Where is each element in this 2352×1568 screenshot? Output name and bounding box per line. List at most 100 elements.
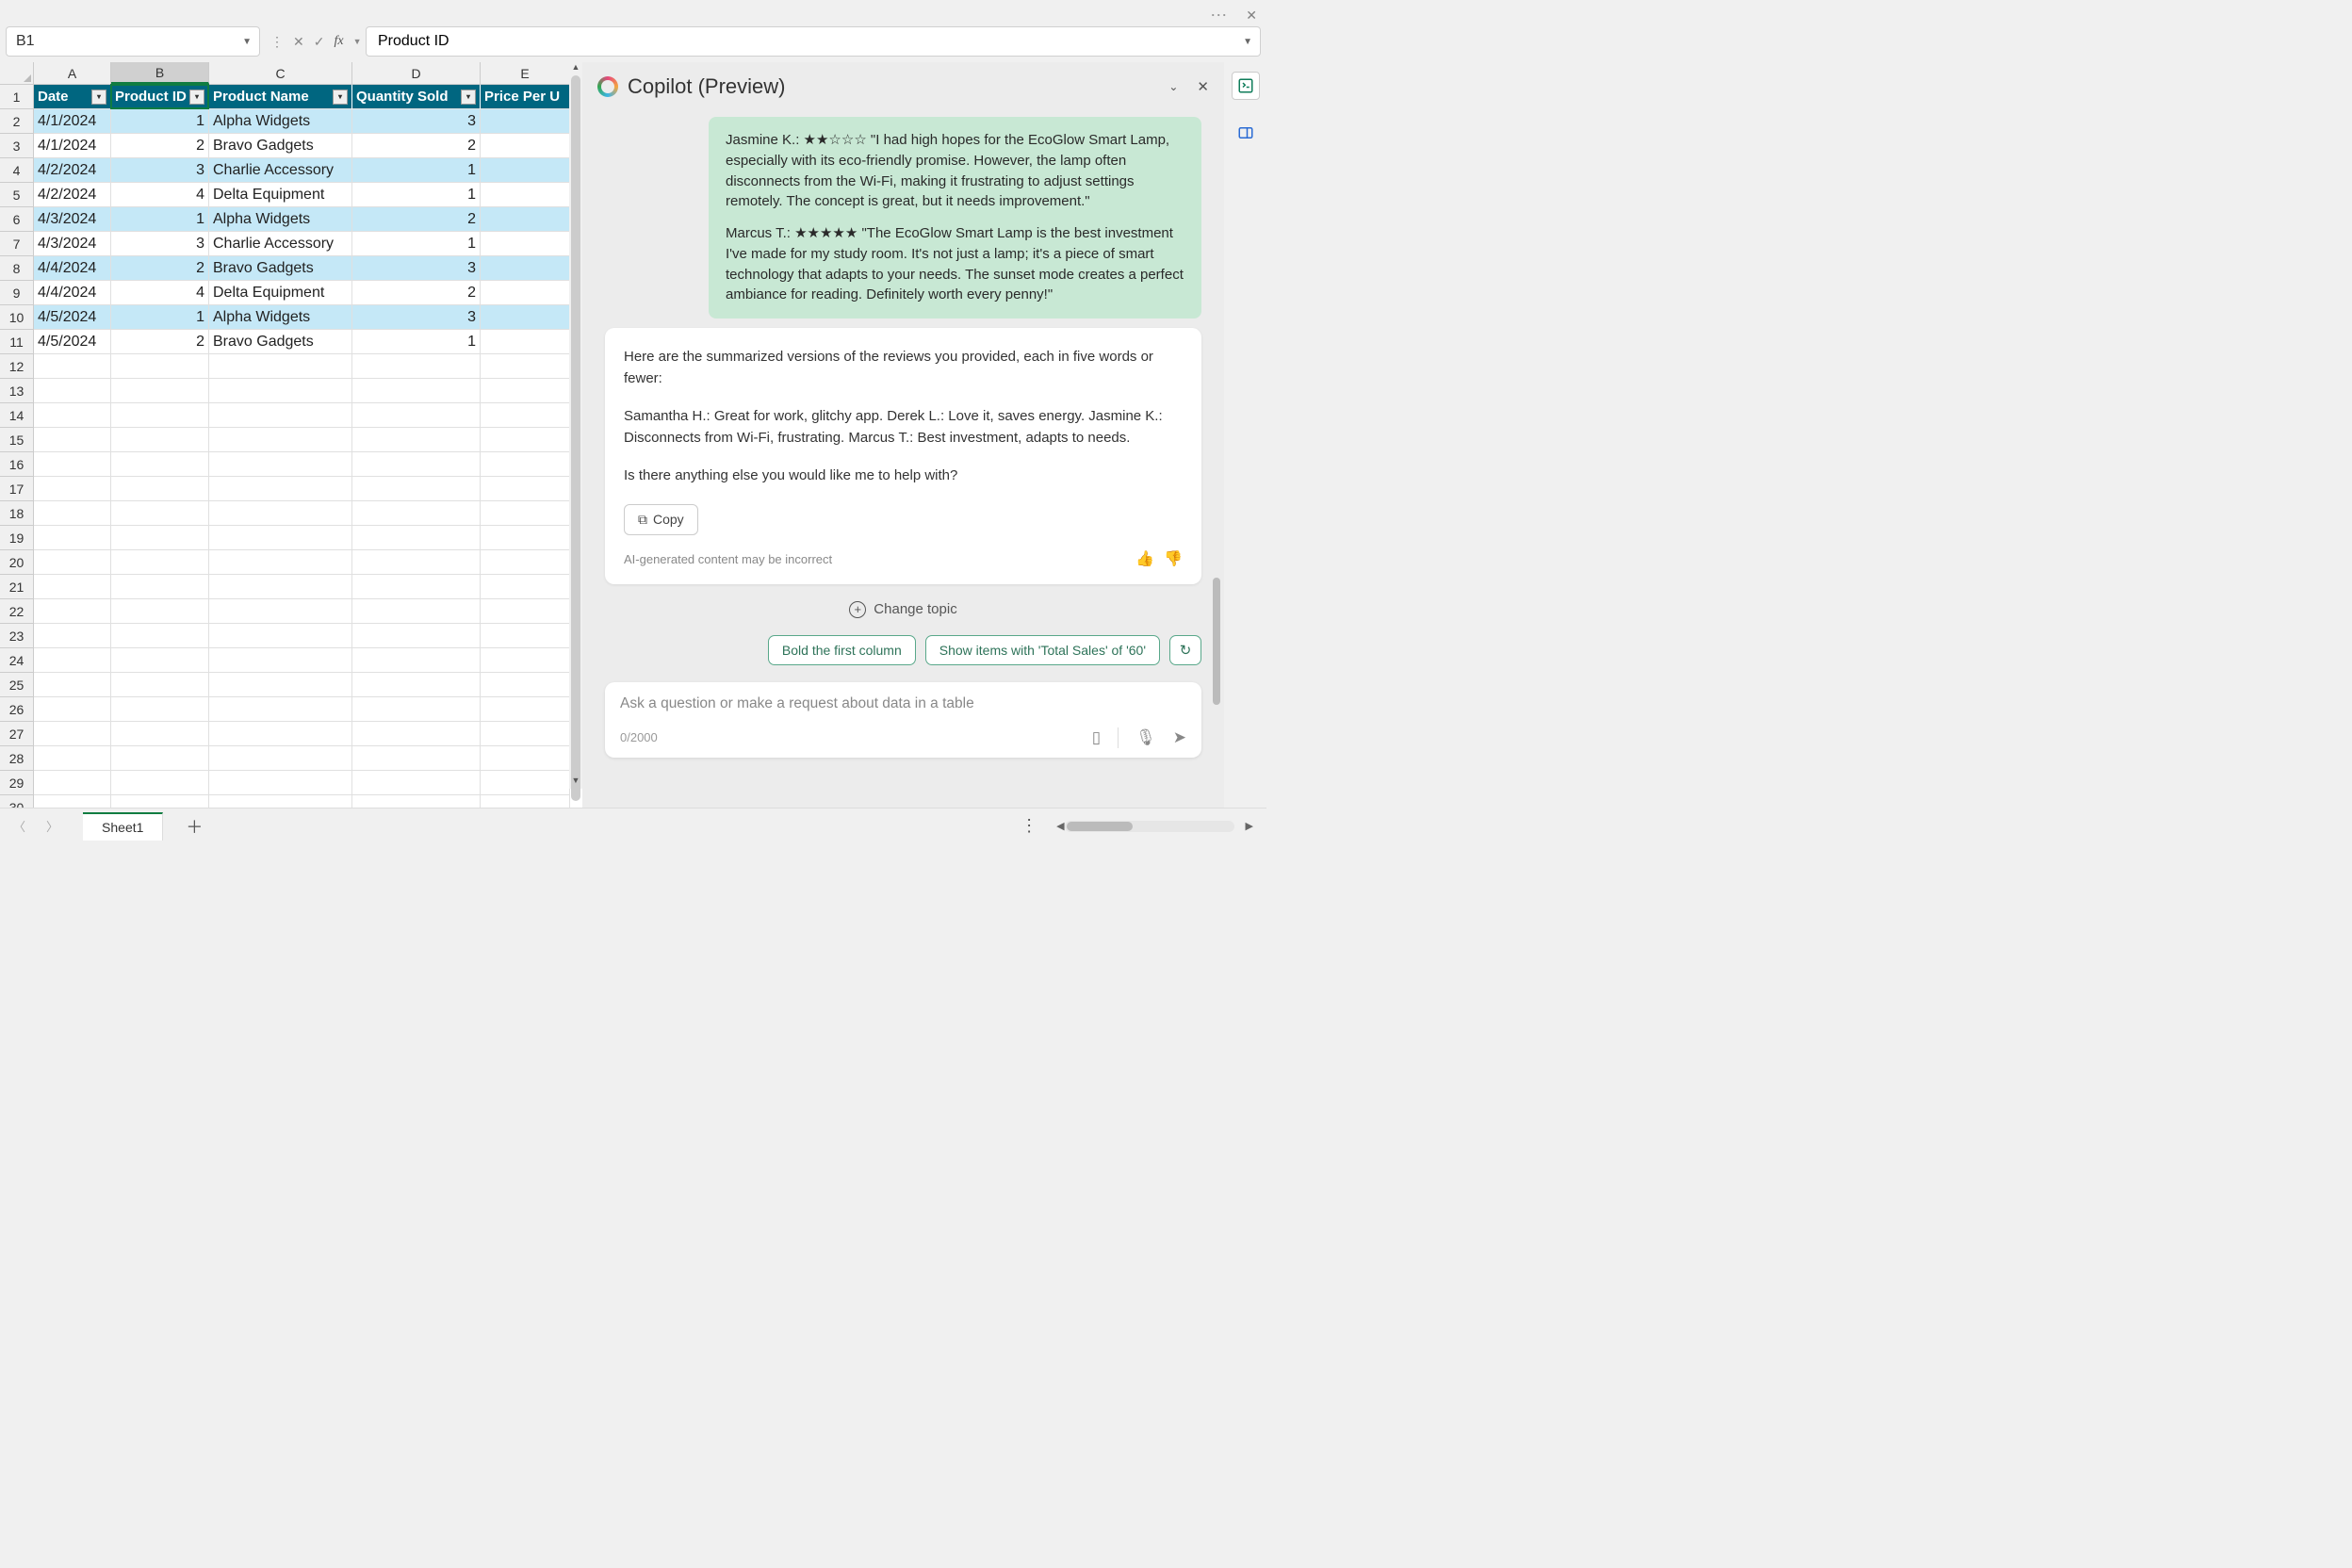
table-row[interactable] [34,477,582,501]
horizontal-scrollbar[interactable] [1065,821,1234,832]
table-row[interactable]: 4/4/20244Delta Equipment2 [34,281,582,305]
more-menu-icon[interactable]: ⋮ [1021,816,1037,836]
cell[interactable] [481,648,570,673]
cell[interactable] [352,550,481,575]
cell[interactable] [481,477,570,501]
cell[interactable] [111,428,209,452]
chevron-down-icon[interactable]: ▼ [351,37,365,46]
cell[interactable] [111,771,209,795]
col-header-d[interactable]: D [352,62,481,84]
close-icon[interactable]: ✕ [1197,78,1209,95]
cell[interactable] [34,697,111,722]
col-header-b[interactable]: B [111,62,209,84]
header-quantity-sold[interactable]: Quantity Sold▾ [352,85,481,109]
cell[interactable] [481,501,570,526]
cell[interactable] [34,550,111,575]
row-header[interactable]: 30 [0,795,34,808]
row-header[interactable]: 4 [0,158,34,183]
formula-cancel-icon[interactable]: ✕ [290,34,307,50]
cell[interactable] [111,379,209,403]
cell[interactable] [34,501,111,526]
table-row[interactable] [34,403,582,428]
table-row[interactable] [34,526,582,550]
cell-date[interactable]: 4/3/2024 [34,207,111,232]
cell[interactable] [209,648,352,673]
cell[interactable] [352,501,481,526]
cell-product-name[interactable]: Charlie Accessory [209,232,352,256]
table-row[interactable] [34,599,582,624]
table-row[interactable]: 4/3/20243Charlie Accessory1 [34,232,582,256]
cell[interactable] [209,550,352,575]
table-row[interactable]: 4/1/20242Bravo Gadgets2 [34,134,582,158]
copilot-scrollbar[interactable] [1213,205,1220,705]
cell[interactable] [34,648,111,673]
cell[interactable] [111,697,209,722]
cell[interactable] [209,599,352,624]
send-icon[interactable]: ➤ [1173,728,1186,747]
name-box[interactable]: B1 ▼ [6,26,260,57]
row-header[interactable]: 23 [0,624,34,648]
cell[interactable] [34,575,111,599]
cell[interactable] [111,550,209,575]
row-header[interactable]: 9 [0,281,34,305]
cell[interactable] [352,624,481,648]
row-header[interactable]: 26 [0,697,34,722]
cell-price[interactable] [481,109,570,134]
row-header[interactable]: 8 [0,256,34,281]
cell-product-name[interactable]: Delta Equipment [209,183,352,207]
cell[interactable] [481,526,570,550]
cell-product-name[interactable]: Alpha Widgets [209,305,352,330]
cell-product-id[interactable]: 3 [111,232,209,256]
cell[interactable] [209,746,352,771]
cell[interactable] [481,575,570,599]
cell[interactable] [111,477,209,501]
header-product-id[interactable]: Product ID▾ [111,85,209,109]
cell-product-name[interactable]: Alpha Widgets [209,109,352,134]
header-product-name[interactable]: Product Name▾ [209,85,352,109]
scroll-thumb[interactable] [1067,822,1133,831]
cell[interactable] [352,795,481,808]
table-row[interactable] [34,575,582,599]
scroll-up-icon[interactable]: ▲ [569,62,582,75]
cell[interactable] [111,599,209,624]
cell[interactable] [352,526,481,550]
cell-date[interactable]: 4/4/2024 [34,281,111,305]
cell[interactable] [352,379,481,403]
cell[interactable] [111,746,209,771]
cell[interactable] [209,624,352,648]
cell-qty[interactable]: 3 [352,109,481,134]
cell[interactable] [111,624,209,648]
row-header[interactable]: 28 [0,746,34,771]
cell-price[interactable] [481,207,570,232]
thumbs-down-icon[interactable]: 👎 [1164,548,1183,571]
scroll-thumb[interactable] [571,75,580,801]
cell-product-id[interactable]: 4 [111,281,209,305]
row-header[interactable]: 5 [0,183,34,207]
cell[interactable] [209,575,352,599]
row-header[interactable]: 22 [0,599,34,624]
cell-product-id[interactable]: 1 [111,109,209,134]
row-header[interactable]: 25 [0,673,34,697]
table-row[interactable]: 4/3/20241Alpha Widgets2 [34,207,582,232]
row-header[interactable]: 12 [0,354,34,379]
cell[interactable] [481,697,570,722]
row-header[interactable]: 21 [0,575,34,599]
refresh-suggestions-button[interactable]: ↻ [1169,635,1201,665]
select-all-corner[interactable] [0,62,34,85]
cell-product-name[interactable]: Delta Equipment [209,281,352,305]
cell[interactable] [209,771,352,795]
cell[interactable] [481,452,570,477]
cell-date[interactable]: 4/5/2024 [34,330,111,354]
row-header[interactable]: 15 [0,428,34,452]
cell-product-id[interactable]: 1 [111,305,209,330]
cell[interactable] [209,722,352,746]
table-row[interactable] [34,648,582,673]
table-row[interactable] [34,673,582,697]
chevron-down-icon[interactable]: ▼ [242,37,252,47]
table-row[interactable] [34,379,582,403]
cell[interactable] [352,428,481,452]
table-row[interactable]: 4/2/20243Charlie Accessory1 [34,158,582,183]
cell-product-name[interactable]: Charlie Accessory [209,158,352,183]
cell[interactable] [209,477,352,501]
chevron-down-icon[interactable]: ⌄ [1168,80,1178,93]
